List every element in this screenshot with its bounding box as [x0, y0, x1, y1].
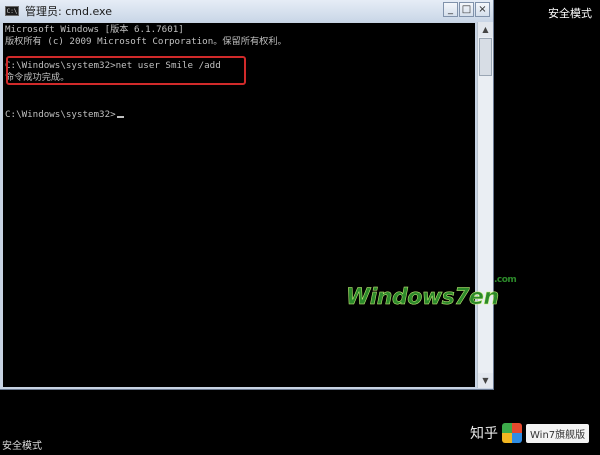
safe-mode-label-bottom: 安全模式 — [2, 441, 42, 452]
maximize-button[interactable]: □ — [459, 2, 474, 17]
text-cursor — [116, 116, 124, 118]
scroll-up-arrow-icon[interactable]: ▲ — [478, 22, 493, 37]
win7-badge: Win7旗舰版 — [526, 423, 590, 443]
console-line: 版权所有 (c) 2009 Microsoft Corporation。保留所有… — [5, 36, 287, 47]
zhihu-text: 知乎 — [470, 426, 498, 442]
windows-logo-icon — [502, 423, 522, 443]
scroll-thumb[interactable] — [479, 38, 492, 76]
console-line: Microsoft Windows [版本 6.1.7601] — [5, 24, 184, 35]
site-logo-text: Windows7en — [346, 285, 500, 311]
cmd-window[interactable]: C:\ 管理员: cmd.exe _ □ × Microsoft Windows… — [0, 0, 494, 390]
title-bar[interactable]: C:\ 管理员: cmd.exe _ □ × — [0, 0, 493, 22]
console-prompt-line: C:\Windows\system32> — [5, 109, 124, 121]
zhihu-watermark: 知乎 Win7旗舰版 — [470, 420, 590, 446]
console-prompt: C:\Windows\system32> — [5, 109, 116, 120]
scroll-down-arrow-icon[interactable]: ▼ — [478, 373, 493, 388]
console-output[interactable]: Microsoft Windows [版本 6.1.7601] 版权所有 (c)… — [3, 23, 475, 387]
command-highlight-box — [6, 56, 246, 85]
window-title: 管理员: cmd.exe — [25, 5, 112, 18]
site-logo-watermark: Windows7en .com — [346, 275, 517, 311]
window-controls: _ □ × — [443, 2, 490, 17]
close-button[interactable]: × — [475, 2, 490, 17]
vertical-scrollbar[interactable]: ▲ ▼ — [477, 22, 493, 388]
cmd-icon: C:\ — [5, 6, 19, 16]
safe-mode-label-top: 安全模式 — [548, 7, 592, 20]
minimize-button[interactable]: _ — [443, 2, 458, 17]
site-logo-com: .com — [494, 275, 517, 285]
